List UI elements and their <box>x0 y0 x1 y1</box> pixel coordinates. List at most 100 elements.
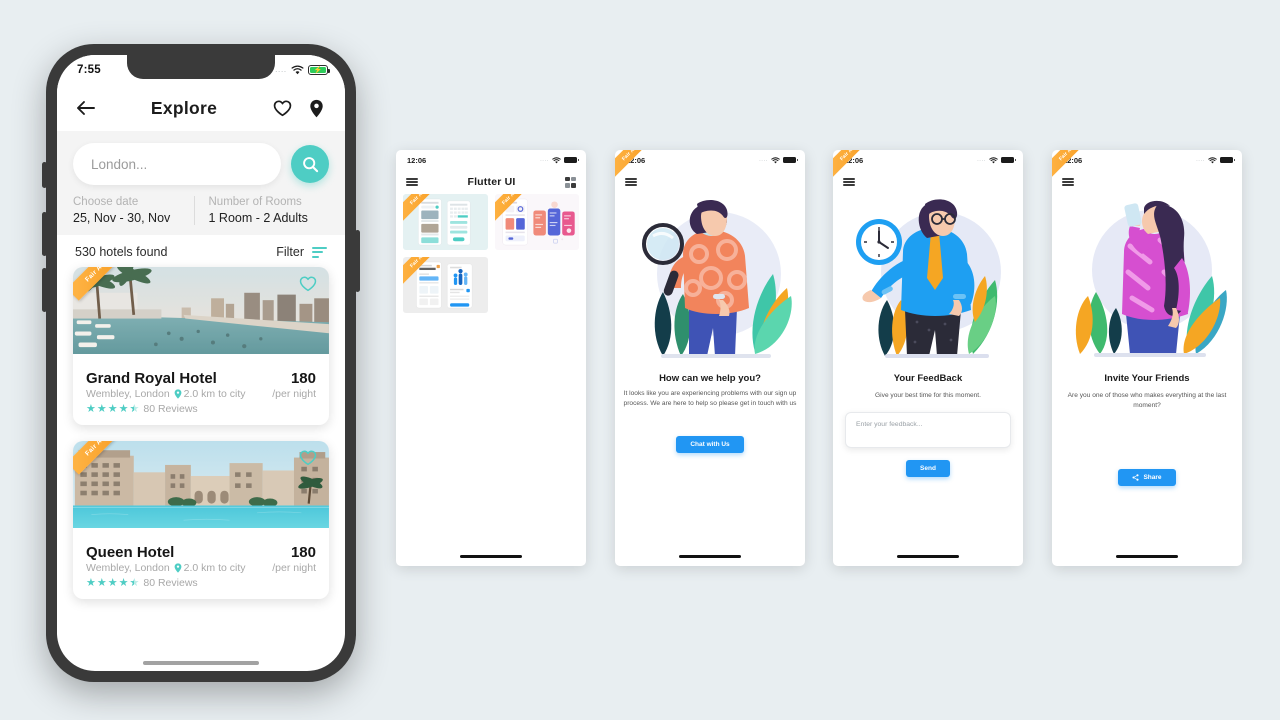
hotel-card-body: Queen Hotel 180 Wembley, London 2.0 km t… <box>73 536 329 599</box>
heart-icon[interactable] <box>271 97 293 119</box>
hotel-distance: 2.0 km to city <box>183 562 246 574</box>
hotel-price: 180 <box>290 370 316 387</box>
status-bar-time: 12:06 <box>1063 155 1083 165</box>
send-button[interactable]: Send <box>906 460 950 478</box>
battery-icon <box>1001 156 1016 164</box>
ui-thumbnail-grid: Fair Asset Fair Asset Fair Asset <box>396 194 586 313</box>
choose-date-field[interactable]: Choose date 25, Nov - 30, Nov <box>73 196 194 225</box>
screen-heading: How can we help you? <box>659 373 761 384</box>
woman-with-phone-illustration <box>1075 200 1227 357</box>
phone-mute-switch <box>42 162 47 188</box>
booking-filters: Choose date 25, Nov - 30, Nov Number of … <box>73 196 329 225</box>
share-icon <box>1132 474 1140 482</box>
hotel-reviews: 80 Reviews <box>143 403 198 415</box>
infinity-pool-photo <box>73 267 329 355</box>
rating-stars: ★ ★ ★ ★ ★ <box>86 403 139 415</box>
page-title: Flutter UI <box>467 176 516 188</box>
wifi-icon <box>552 156 561 163</box>
home-indicator <box>679 555 741 558</box>
screen-body-text: It looks like you are experiencing probl… <box>623 390 797 408</box>
status-bar: 12:06 .... <box>1052 150 1242 170</box>
screenshot-canvas: 7:55 .... ⚡ Explore London... Choose dat… <box>0 0 1280 720</box>
app-bar-actions <box>271 97 327 119</box>
hamburger-icon[interactable] <box>406 177 418 187</box>
chat-with-us-button[interactable]: Chat with Us <box>676 436 744 454</box>
search-button[interactable] <box>291 145 329 183</box>
filter-lines-icon <box>312 246 327 258</box>
results-header: 530 hotels found Filter <box>57 235 345 267</box>
results-count: 530 hotels found <box>75 245 168 259</box>
send-button-label: Send <box>920 465 936 473</box>
number-of-rooms-label: Number of Rooms <box>208 196 302 208</box>
screen-body-text: Are you one of those who makes everythin… <box>1067 392 1227 410</box>
number-of-rooms-field[interactable]: Number of Rooms 1 Room - 2 Adults <box>193 196 330 225</box>
status-bar-indicators: .... <box>759 156 798 164</box>
choose-date-label: Choose date <box>73 196 139 208</box>
ui-thumbnail-card[interactable]: Fair Asset <box>494 194 579 250</box>
signal-dots-icon: .... <box>977 157 986 163</box>
screen-body-text: Give your best time for this moment. <box>875 392 981 399</box>
hotel-name: Grand Royal Hotel <box>86 370 217 387</box>
choose-date-value: 25, Nov - 30, Nov <box>73 211 171 225</box>
ui-thumbnail-card[interactable]: Fair Asset <box>403 194 488 250</box>
home-indicator <box>897 555 959 558</box>
hotel-card[interactable]: Fair Asset <box>73 267 329 425</box>
man-with-clock-illustration <box>856 199 1001 358</box>
status-bar: 12:06 .... <box>396 150 586 170</box>
phone-notch <box>127 55 275 79</box>
screen-invite: Fair Asset 12:06 .... Invite Your Friend… <box>1052 150 1242 566</box>
app-bar: Flutter UI <box>396 170 586 194</box>
wifi-icon <box>989 156 998 163</box>
share-button-label: Share <box>1143 474 1162 482</box>
hotel-reviews: 80 Reviews <box>143 577 198 589</box>
home-indicator <box>1116 555 1178 558</box>
hotel-location-text: Wembley, London <box>86 388 170 400</box>
share-button[interactable]: Share <box>1118 469 1176 487</box>
hotel-booking-ui-thumbnail <box>403 195 488 249</box>
screen-heading: Invite Your Friends <box>1104 373 1190 384</box>
phone-volume-up-button <box>42 212 47 256</box>
status-bar-indicators: .... ⚡ <box>275 65 330 75</box>
hotel-name: Queen Hotel <box>86 544 175 561</box>
battery-charging-icon: ⚡ <box>308 65 330 75</box>
hotel-price-unit: /per night <box>272 562 316 574</box>
feedback-input[interactable]: Enter your feedback... <box>845 412 1011 449</box>
rating-stars: ★ ★ ★ ★ ★ <box>86 577 139 589</box>
app-bar <box>833 170 1023 194</box>
man-with-magnifying-glass-illustration <box>642 200 792 358</box>
search-icon <box>302 156 318 172</box>
ui-thumbnail-card[interactable]: Fair Asset <box>403 257 488 313</box>
grid-view-icon[interactable] <box>565 176 576 188</box>
wifi-icon <box>1208 156 1217 163</box>
status-bar-indicators: .... <box>977 156 1016 164</box>
hotel-price: 180 <box>290 544 316 561</box>
main-phone-mockup: 7:55 .... ⚡ Explore London... Choose dat… <box>42 44 360 682</box>
home-indicator <box>460 555 522 558</box>
screen-help: Fair Asset 12:06 .... How can we help yo… <box>615 150 805 566</box>
map-pin-icon[interactable] <box>305 97 327 119</box>
filter-button[interactable]: Filter <box>276 245 327 259</box>
heart-outline-icon[interactable] <box>299 450 317 466</box>
chat-with-us-label: Chat with Us <box>690 441 730 449</box>
status-bar: 12:06 .... <box>833 150 1023 170</box>
signal-dots-icon: .... <box>1196 157 1205 163</box>
back-arrow-icon[interactable] <box>75 97 97 119</box>
number-of-rooms-value: 1 Room - 2 Adults <box>208 211 308 225</box>
hamburger-icon[interactable] <box>843 177 855 187</box>
hotel-card[interactable]: Fair Asset <box>73 441 329 599</box>
search-section: London... Choose date 25, Nov - 30, Nov <box>57 131 345 235</box>
search-input[interactable]: London... <box>73 143 281 185</box>
hotel-list[interactable]: Fair Asset Grand Royal Hotel 180 Wembley… <box>57 267 345 599</box>
hero-section <box>1052 194 1242 369</box>
search-input-value: London... <box>91 156 148 172</box>
hamburger-icon[interactable] <box>1062 177 1074 187</box>
hamburger-icon[interactable] <box>625 177 637 187</box>
screen-heading: Your FeedBack <box>893 373 963 384</box>
main-phone-screen: 7:55 .... ⚡ Explore London... Choose dat… <box>57 55 345 671</box>
signal-dots-icon: .... <box>275 66 287 74</box>
heart-outline-icon[interactable] <box>299 276 317 292</box>
map-pin-small-icon <box>174 389 182 399</box>
wifi-icon <box>291 65 304 75</box>
battery-icon <box>783 156 798 164</box>
filter-label: Filter <box>276 245 304 259</box>
